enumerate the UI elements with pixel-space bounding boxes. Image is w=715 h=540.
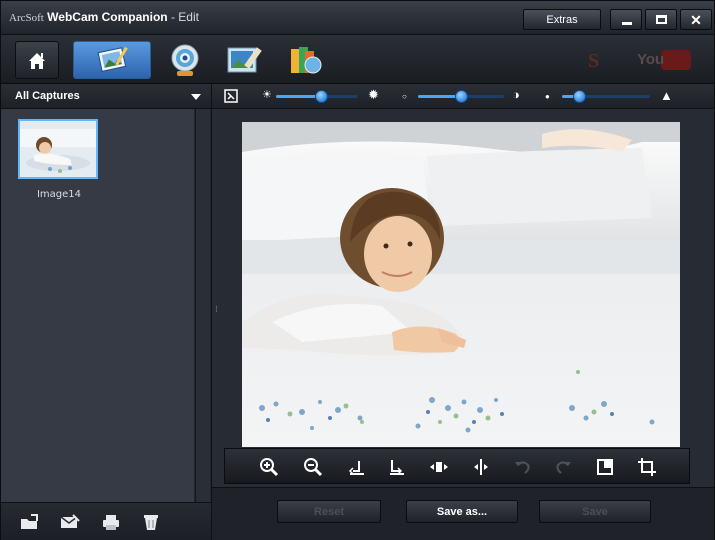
panel-splitter-handle[interactable]: ⁝ xyxy=(215,304,218,315)
maximize-icon xyxy=(656,15,667,24)
title-bar: ArcSoft WebCam Companion - Edit Extras ✕ xyxy=(1,1,714,35)
webcam-button[interactable] xyxy=(161,41,209,79)
main-nav: S You xyxy=(1,35,714,84)
app-name: WebCam Companion xyxy=(47,10,168,24)
captures-dropdown-label: All Captures xyxy=(15,90,80,102)
flip-horizontal-icon[interactable] xyxy=(471,457,491,477)
rotate-left-icon[interactable] xyxy=(347,457,367,477)
edit-toolbar xyxy=(224,448,690,484)
edit-button[interactable] xyxy=(73,41,151,79)
zoom-in-icon[interactable] xyxy=(259,457,279,477)
brightness-slider[interactable] xyxy=(276,90,358,103)
reset-button[interactable]: Reset xyxy=(277,500,381,523)
youtube-button[interactable]: You xyxy=(631,41,697,79)
contrast-high-icon: ◑ xyxy=(512,87,520,102)
sharpness-high-icon: ▲ xyxy=(660,88,673,103)
chevron-down-icon xyxy=(191,94,201,100)
sharpness-low-icon: ● xyxy=(545,92,550,101)
home-button[interactable] xyxy=(15,41,59,79)
sharpness-slider-knob[interactable] xyxy=(573,90,587,103)
captures-toolbar xyxy=(1,502,211,540)
print-icon[interactable] xyxy=(100,513,122,531)
webcam-icon xyxy=(171,44,199,76)
captures-dropdown[interactable]: All Captures xyxy=(1,84,211,109)
mode-label: - Edit xyxy=(170,10,199,24)
flip-vertical-icon[interactable] xyxy=(429,457,449,477)
action-bar: Reset Save as... Save xyxy=(212,487,714,540)
editor-area: ☀ ✹ ○ ◑ ● ▲ ⁝ Reset Save as... Save xyxy=(212,84,714,540)
save-button[interactable]: Save xyxy=(539,500,651,523)
rotate-right-icon[interactable] xyxy=(387,457,407,477)
captures-scrollbar[interactable] xyxy=(195,109,210,505)
minimize-button[interactable] xyxy=(610,9,642,30)
crop-icon[interactable] xyxy=(637,457,657,477)
maximize-button[interactable] xyxy=(645,9,677,30)
sharpness-slider[interactable] xyxy=(562,90,650,103)
capture-thumbnail[interactable] xyxy=(18,119,98,179)
thumbnail-list: Image14 xyxy=(1,109,194,505)
contrast-slider[interactable] xyxy=(418,90,504,103)
contrast-slider-knob[interactable] xyxy=(454,90,468,103)
fit-to-window-icon[interactable] xyxy=(595,457,615,477)
share-button[interactable] xyxy=(281,41,329,79)
thumbnail-image xyxy=(20,121,96,177)
share-icon xyxy=(291,47,322,74)
preview-photo xyxy=(242,122,680,447)
zoom-out-icon[interactable] xyxy=(303,457,323,477)
photo-preview xyxy=(242,122,680,447)
svg-text:S: S xyxy=(588,50,599,72)
minimize-icon xyxy=(622,22,632,25)
frame-icon xyxy=(227,47,262,73)
auto-enhance-icon[interactable] xyxy=(224,89,238,103)
close-icon: ✕ xyxy=(690,12,702,28)
brand-label: ArcSoft xyxy=(9,12,44,24)
redo-icon xyxy=(556,461,571,474)
home-icon xyxy=(29,53,45,69)
save-as-button[interactable]: Save as... xyxy=(406,500,518,523)
adjustment-bar: ☀ ✹ ○ ◑ ● ▲ xyxy=(212,84,714,109)
brightness-high-icon: ✹ xyxy=(368,87,379,102)
app-window: ArcSoft WebCam Companion - Edit Extras ✕ xyxy=(0,0,715,540)
window-title: ArcSoft WebCam Companion - Edit xyxy=(9,10,199,24)
edit-icon xyxy=(97,46,128,72)
brightness-slider-knob[interactable] xyxy=(314,90,328,103)
extras-button[interactable]: Extras xyxy=(523,9,601,30)
close-button[interactable]: ✕ xyxy=(680,9,712,30)
delete-icon[interactable] xyxy=(140,513,162,531)
brightness-low-icon: ☀ xyxy=(262,89,272,101)
import-icon[interactable] xyxy=(19,513,41,531)
flickr-icon: S xyxy=(588,50,599,72)
undo-icon xyxy=(515,461,530,474)
email-icon[interactable] xyxy=(59,513,81,531)
captures-panel: All Captures Image14 xyxy=(1,84,212,540)
other-service-button[interactable]: S xyxy=(579,41,615,79)
frame-button[interactable] xyxy=(219,41,267,79)
thumbnail-label: Image14 xyxy=(36,189,82,200)
youtube-label: You xyxy=(637,51,665,68)
contrast-low-icon: ○ xyxy=(402,92,407,101)
